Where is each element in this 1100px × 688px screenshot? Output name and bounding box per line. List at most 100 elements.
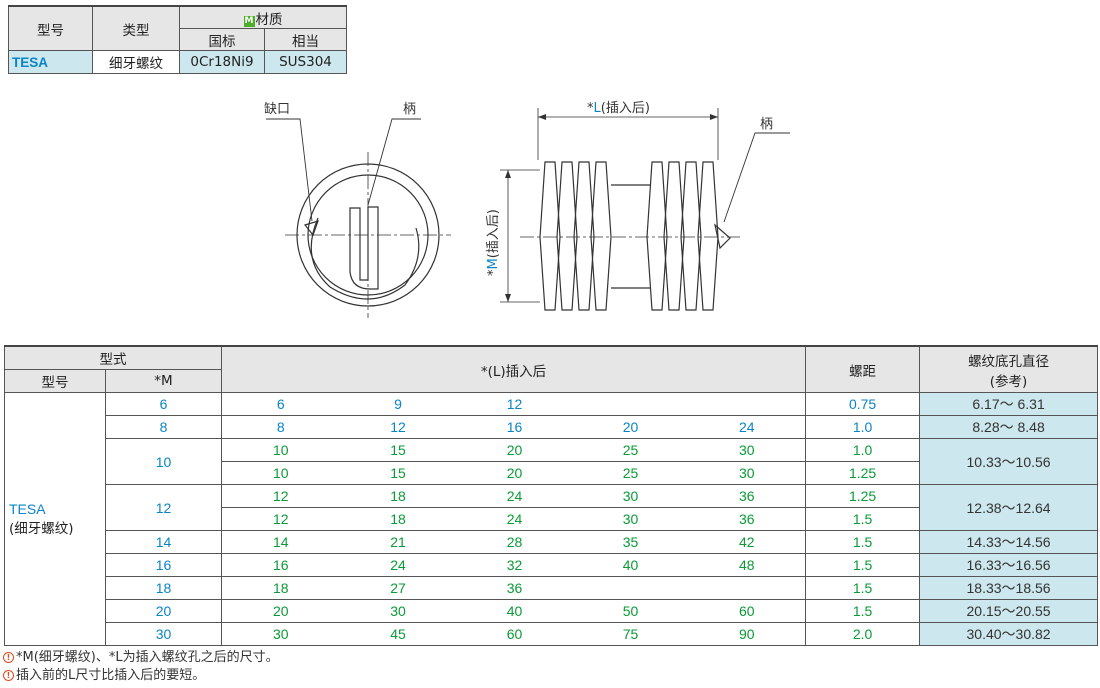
length-cell: 36 bbox=[688, 507, 807, 531]
length-cell: 18 bbox=[221, 576, 340, 600]
pitch-cell: 1.25 bbox=[805, 461, 921, 485]
length-cell: 30 bbox=[572, 484, 689, 508]
table-row: 20 20 30 40 50 60 1.5 20.15～20.55 bbox=[5, 599, 1099, 623]
tang-label: 柄 bbox=[403, 102, 416, 117]
length-cell: 8 bbox=[221, 415, 340, 439]
length-cell bbox=[688, 392, 807, 416]
m-cell: 6 bbox=[105, 392, 222, 416]
notes: ! *M(细牙螺纹)、*L为插入螺纹孔之后的尺寸。 ! 插入前的L尺寸比插入后的要短… bbox=[3, 649, 279, 685]
length-cell: 42 bbox=[688, 530, 807, 554]
length-cell: 45 bbox=[339, 622, 457, 646]
length-cell: 40 bbox=[572, 553, 689, 577]
hole-diameter-cell: 12.38～12.64 bbox=[919, 484, 1099, 531]
side-view-coils bbox=[539, 161, 731, 311]
table-row: 18 18 27 36 1.5 18.33～18.56 bbox=[5, 576, 1099, 600]
length-cell: 20 bbox=[572, 415, 689, 439]
note-text: 插入前的L尺寸比插入后的要短。 bbox=[16, 668, 206, 683]
model-subtitle: (细牙螺纹) bbox=[9, 521, 74, 537]
length-cell bbox=[688, 576, 807, 600]
header-pitch: 螺距 bbox=[805, 345, 921, 393]
material-header-material-label: 材质 bbox=[255, 11, 283, 28]
hole-diameter-cell: 6.17～ 6.31 bbox=[919, 392, 1099, 416]
length-cell: 10 bbox=[221, 461, 340, 485]
length-cell: 60 bbox=[688, 599, 807, 623]
model-cell: TESA (细牙螺纹) bbox=[4, 392, 106, 646]
length-cell: 30 bbox=[221, 622, 340, 646]
material-row-model: TESA bbox=[8, 50, 93, 74]
length-cell: 30 bbox=[688, 438, 807, 462]
length-cell: 18 bbox=[339, 507, 457, 531]
tang-hook bbox=[349, 206, 379, 290]
tang-label-side: 柄 bbox=[760, 117, 773, 132]
m-cell: 8 bbox=[105, 415, 222, 439]
m-cell: 30 bbox=[105, 622, 222, 646]
length-cell: 35 bbox=[572, 530, 689, 554]
length-cell: 20 bbox=[221, 599, 340, 623]
length-cell bbox=[572, 392, 689, 416]
length-cell: 24 bbox=[688, 415, 807, 439]
length-cell: 24 bbox=[456, 484, 573, 508]
length-cell: 20 bbox=[456, 461, 573, 485]
coil-spiral bbox=[310, 217, 420, 300]
length-cell: 27 bbox=[339, 576, 457, 600]
length-cell: 30 bbox=[688, 461, 807, 485]
length-cell: 15 bbox=[339, 438, 457, 462]
header-hole-diameter: 螺纹底孔直径 (参考) bbox=[919, 345, 1099, 393]
length-cell: 50 bbox=[572, 599, 689, 623]
spec-table: 型式 *(L)插入后 螺距 螺纹底孔直径 (参考) 型号 *M TESA (细牙螺… bbox=[4, 345, 1099, 646]
material-row-type: 细牙螺纹 bbox=[92, 50, 180, 74]
spec-table-body: TESA (细牙螺纹) 6 6 9 12 0.75 6.17～ 6.31 8 8 12 16 20 24 1… bbox=[4, 392, 1099, 646]
dimension-L-label: *L(插入后) bbox=[587, 101, 650, 116]
hole-diameter-cell: 20.15～20.55 bbox=[919, 599, 1099, 623]
m-cell: 18 bbox=[105, 576, 222, 600]
material-header-standard: 国标 bbox=[179, 28, 265, 51]
m-cell: 20 bbox=[105, 599, 222, 623]
table-row: 8 8 12 16 20 24 1.0 8.28～ 8.48 bbox=[5, 415, 1099, 439]
m-cell: 16 bbox=[105, 553, 222, 577]
length-cell: 60 bbox=[456, 622, 573, 646]
length-cell: 12 bbox=[221, 484, 340, 508]
material-row-standard: 0Cr18Ni9 bbox=[179, 50, 265, 74]
table-row: 10 10 15 20 25 30 1.0 10.33～10.56 bbox=[5, 438, 1099, 485]
pitch-cell: 1.5 bbox=[805, 507, 921, 531]
technical-drawing: 缺口 柄 柄 *L(插入后) *M(插入后) bbox=[264, 101, 790, 318]
warning-icon: ! bbox=[3, 670, 14, 681]
pitch-cell: 1.5 bbox=[805, 553, 921, 577]
length-cell: 32 bbox=[456, 553, 573, 577]
length-cell: 24 bbox=[339, 553, 457, 577]
length-cell: 12 bbox=[456, 392, 573, 416]
length-cell: 20 bbox=[456, 438, 573, 462]
table-row: TESA (细牙螺纹) 6 6 9 12 0.75 6.17～ 6.31 bbox=[4, 392, 1099, 646]
material-header-model: 型号 bbox=[8, 5, 93, 51]
dimension-M-label: *M(插入后) bbox=[486, 209, 501, 276]
length-cell: 90 bbox=[688, 622, 807, 646]
header-M: *M bbox=[105, 369, 222, 393]
hole-diameter-cell: 8.28～ 8.48 bbox=[919, 415, 1099, 439]
length-cell bbox=[572, 576, 689, 600]
table-row: 14 14 21 28 35 42 1.5 14.33～14.56 bbox=[5, 530, 1099, 554]
m-cell: 14 bbox=[105, 530, 222, 554]
header-hole-line2: (参考) bbox=[989, 373, 1028, 390]
header-length: *(L)插入后 bbox=[220, 345, 807, 393]
length-cell: 6 bbox=[221, 392, 340, 416]
note-item: ! 插入前的L尺寸比插入后的要短。 bbox=[3, 667, 279, 685]
material-row-equivalent: SUS304 bbox=[264, 50, 347, 74]
m-cell: 10 bbox=[105, 438, 222, 485]
model-name: TESA bbox=[9, 501, 46, 517]
warning-icon: ! bbox=[3, 652, 14, 663]
length-cell: 24 bbox=[456, 507, 573, 531]
length-cell: 18 bbox=[339, 484, 457, 508]
length-cell: 16 bbox=[221, 553, 340, 577]
hole-diameter-cell: 16.33～16.56 bbox=[919, 553, 1099, 577]
table-row: 12 12 18 24 30 36 1.25 12.38～12.64 bbox=[5, 484, 1099, 531]
header-type: 型式 bbox=[4, 345, 222, 370]
notch-label: 缺口 bbox=[264, 102, 290, 117]
length-cell: 75 bbox=[572, 622, 689, 646]
length-cell: 48 bbox=[688, 553, 807, 577]
note-item: ! *M(细牙螺纹)、*L为插入螺纹孔之后的尺寸。 bbox=[3, 649, 279, 667]
length-cell: 15 bbox=[339, 461, 457, 485]
length-cell: 12 bbox=[221, 507, 340, 531]
material-m-badge: M bbox=[243, 15, 255, 27]
length-cell: 14 bbox=[221, 530, 340, 554]
note-text: *M(细牙螺纹)、*L为插入螺纹孔之后的尺寸。 bbox=[16, 650, 279, 665]
